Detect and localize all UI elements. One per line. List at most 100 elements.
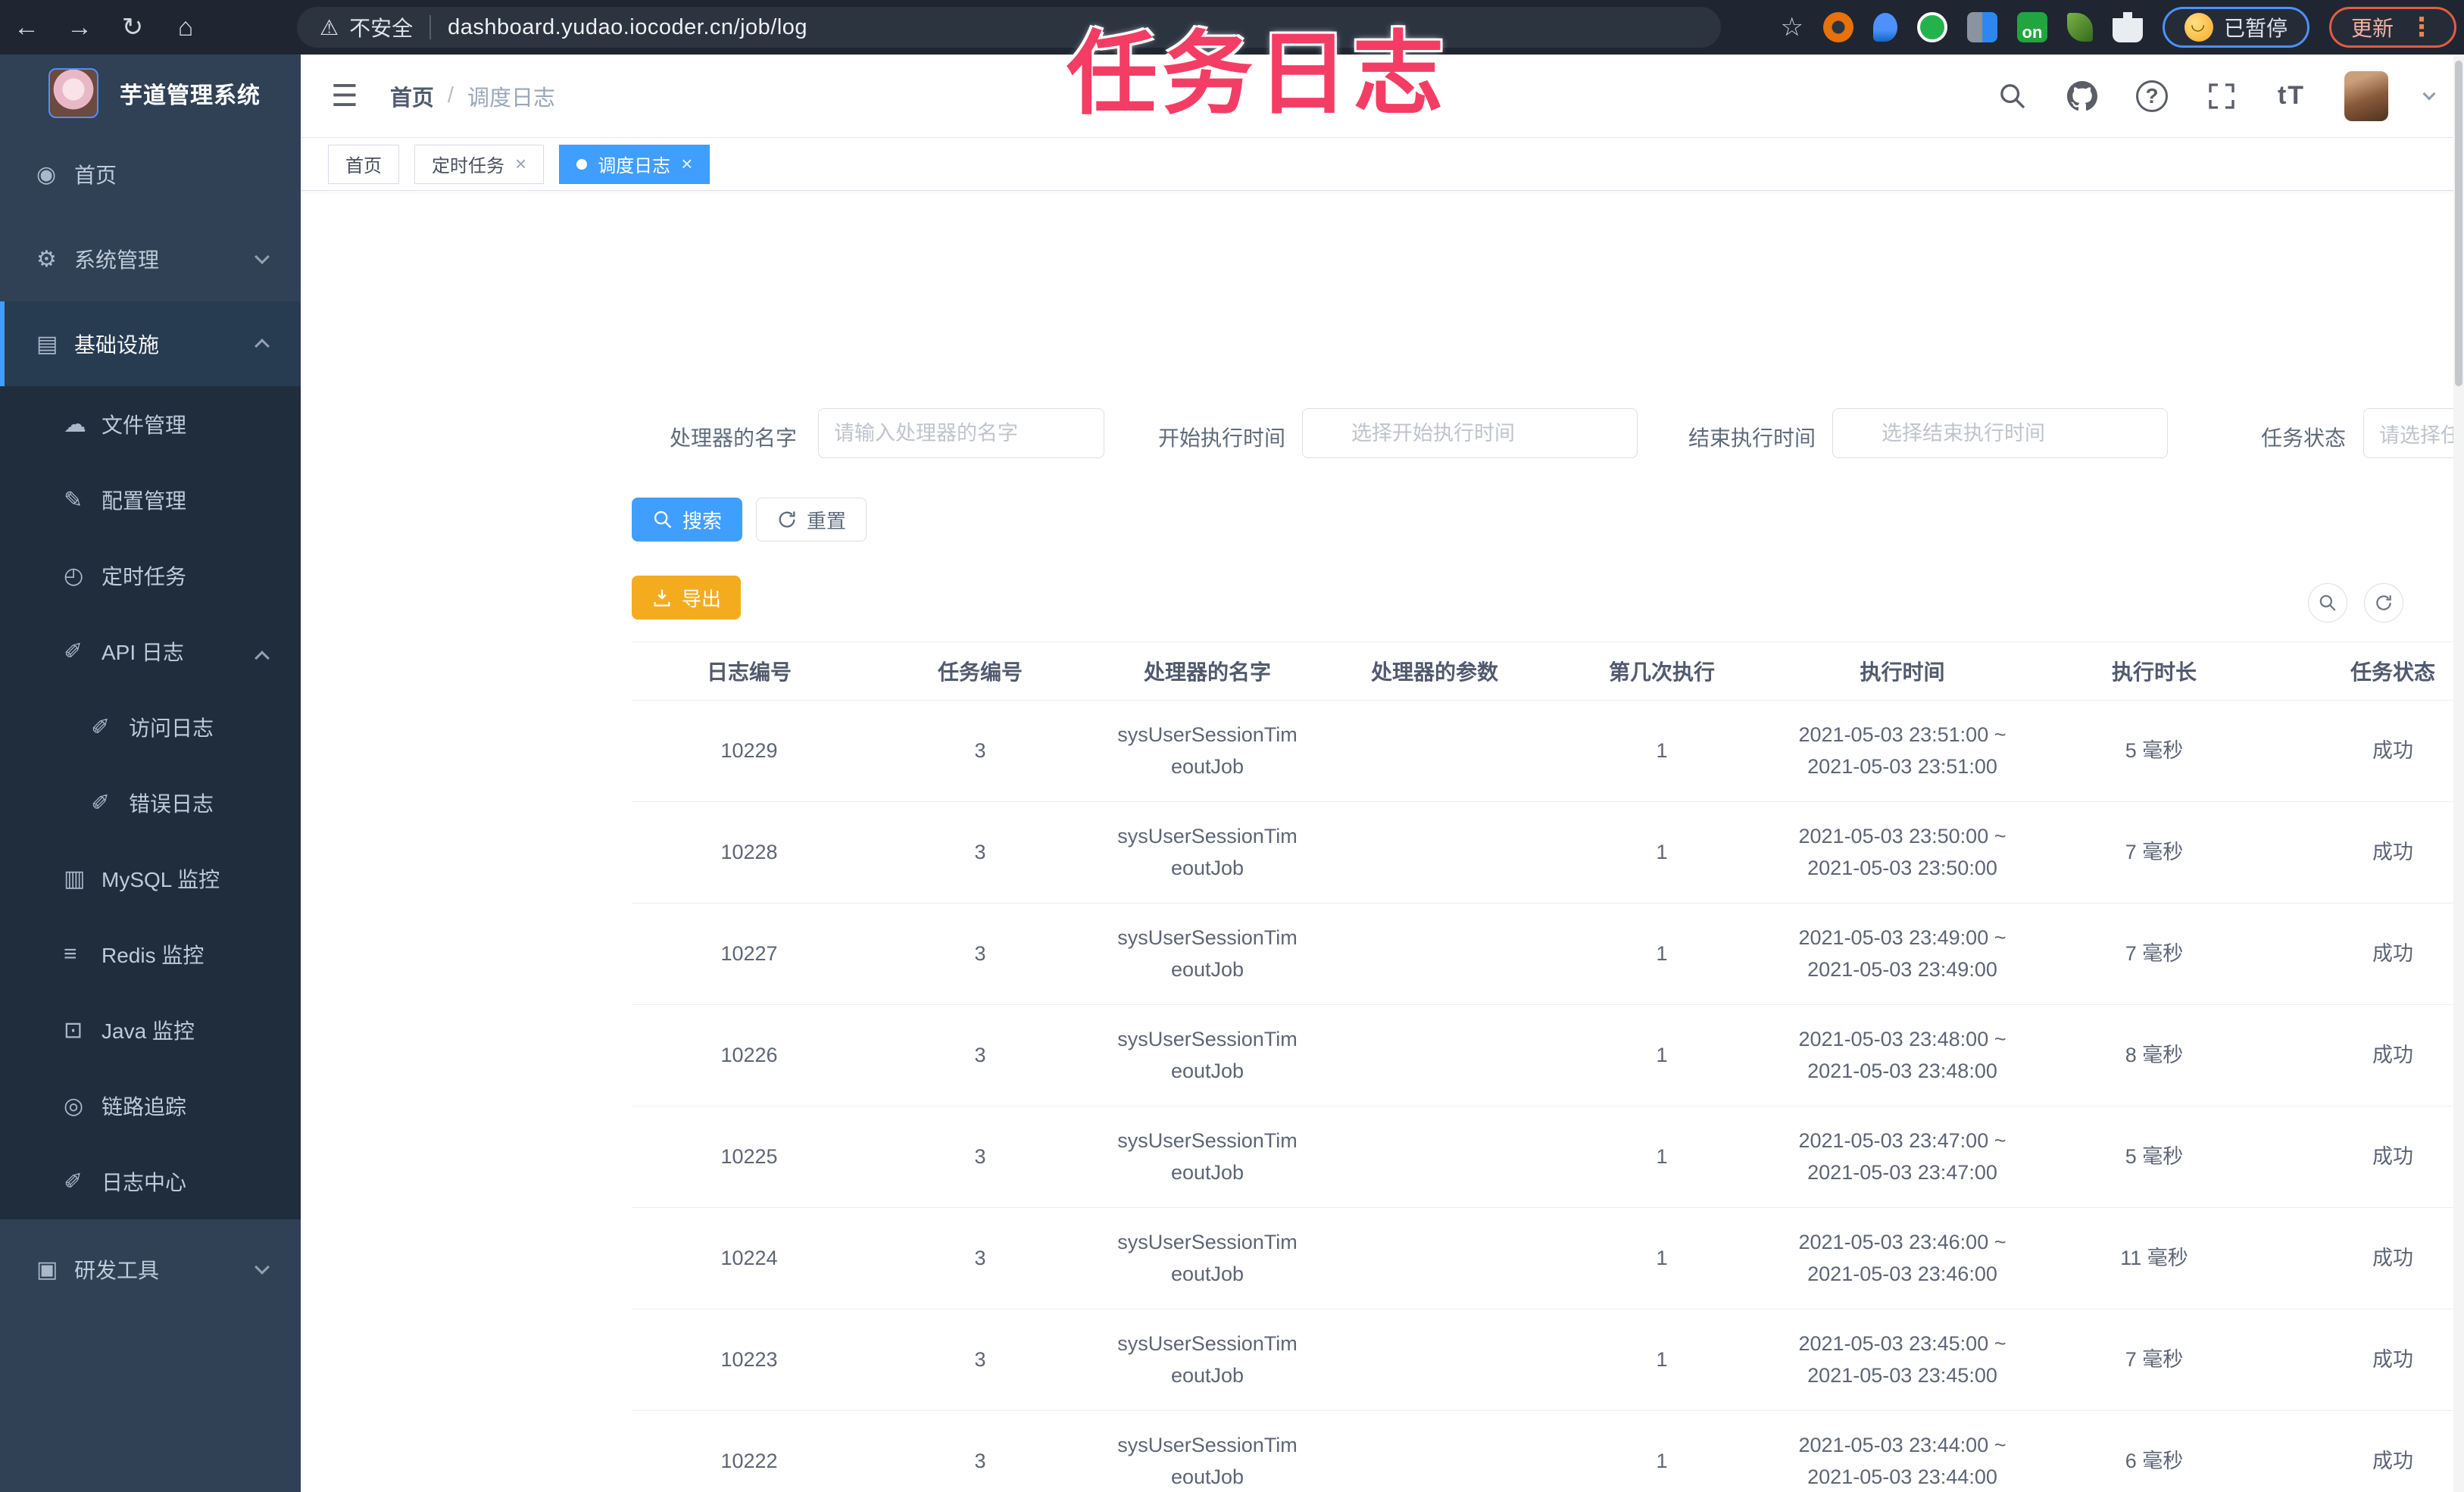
address-bar[interactable]: ⚠ 不安全 dashboard.yudao.iocoder.cn/job/log <box>297 7 1721 48</box>
cell-duration: 5 毫秒 <box>2125 738 2184 762</box>
sidebar-item-api-logs[interactable]: ✐ API 日志 <box>0 613 301 689</box>
sidebar-item-config-management[interactable]: ✎ 配置管理 <box>0 462 301 538</box>
sidebar-item-mysql-monitor[interactable]: ▥ MySQL 监控 <box>0 841 301 916</box>
cell-handler-name: sysUserSessionTim eoutJob <box>1117 1433 1298 1488</box>
overlay-page-title: 任务日志 <box>1066 23 1448 125</box>
window-scrollbar[interactable] <box>2453 55 2464 1492</box>
github-icon[interactable] <box>2066 80 2099 113</box>
app-logo-row[interactable]: 芋道管理系统 <box>0 55 301 132</box>
refresh-table-button[interactable] <box>2364 583 2403 623</box>
cell-duration: 6 毫秒 <box>2125 1449 2184 1472</box>
sidebar-item-home[interactable]: ◉ 首页 <box>0 132 301 217</box>
breadcrumb-home[interactable]: 首页 <box>390 80 434 112</box>
log-icon: ✐ <box>91 790 111 816</box>
col-status: 任务状态 <box>2350 660 2435 684</box>
sidebar-item-dev-tools[interactable]: ▣ 研发工具 <box>0 1227 301 1312</box>
cell-handler-name: sysUserSessionTim eoutJob <box>1117 1331 1298 1387</box>
fullscreen-icon[interactable] <box>2205 80 2238 113</box>
table-row: 10226 3 sysUserSessionTim eoutJob 1 2021-… <box>632 1005 2464 1107</box>
breadcrumb-current: 调度日志 <box>467 86 555 111</box>
topbar-icons: ? tT <box>1996 70 2436 121</box>
handler-name-input[interactable] <box>818 408 1104 458</box>
font-size-icon[interactable]: tT <box>2275 80 2308 113</box>
screen: ← → ↻ ⌂ ⚠ 不安全 dashboard.yudao.iocoder.cn… <box>0 0 2464 1492</box>
task-status-select[interactable]: 请选择任务状态 <box>2363 408 2464 458</box>
sidebar-item-label: 文件管理 <box>101 414 187 437</box>
avatar-caret-icon[interactable] <box>2422 87 2436 100</box>
update-label: 更新 <box>2350 17 2394 40</box>
back-icon[interactable]: ← <box>0 13 53 42</box>
not-secure-label: 不安全 <box>349 17 414 40</box>
cell-exec-time: 2021-05-03 23:48:00 ~2021-05-03 23:48:00 <box>1798 1027 2006 1082</box>
extension-drop-icon[interactable] <box>1872 13 1897 42</box>
toggle-search-button[interactable] <box>2308 583 2347 623</box>
tab-scheduled-tasks[interactable]: 定时任务 × <box>414 144 545 184</box>
browser-update-button[interactable]: 更新 ⋮ <box>2328 7 2456 48</box>
question-glyph: ? <box>2136 80 2168 112</box>
tab-label: 调度日志 <box>598 156 671 176</box>
reset-button[interactable]: 重置 <box>756 498 867 542</box>
cell-job-id: 3 <box>974 941 986 965</box>
end-time-input[interactable] <box>1832 408 2168 458</box>
tab-schedule-log[interactable]: 调度日志 × <box>559 144 710 184</box>
search-icon <box>654 510 672 529</box>
extension-leaf-icon[interactable] <box>2066 13 2093 42</box>
cell-log-id: 10229 <box>720 738 778 762</box>
tab-home[interactable]: 首页 <box>328 144 399 184</box>
forward-icon[interactable]: → <box>53 13 106 42</box>
hamburger-icon[interactable]: ☰ <box>331 79 358 114</box>
start-time-input[interactable] <box>1302 408 1638 458</box>
handler-name-label: 处理器的名字 <box>669 426 797 450</box>
extension-green-icon[interactable] <box>1916 12 1947 42</box>
cell-job-id: 3 <box>974 1043 986 1066</box>
sidebar-item-infrastructure[interactable]: ▤ 基础设施 <box>0 301 301 386</box>
terminal-icon: ⊡ <box>64 1017 83 1043</box>
scrollbar-thumb[interactable] <box>2455 61 2462 386</box>
home-icon[interactable]: ⌂ <box>159 13 212 42</box>
close-icon[interactable]: × <box>515 152 526 176</box>
reload-icon[interactable]: ↻ <box>106 12 159 42</box>
sidebar-item-error-logs[interactable]: ✐ 错误日志 <box>0 765 301 841</box>
search-button[interactable]: 搜索 <box>632 498 742 542</box>
browser-menu-kebab-icon[interactable]: ⋮ <box>2409 12 2434 42</box>
close-icon[interactable]: × <box>681 152 692 176</box>
cell-job-id: 3 <box>974 840 986 863</box>
cell-exec-index: 1 <box>1656 1449 1668 1472</box>
cell-status: 成功 <box>2372 1144 2413 1168</box>
cell-log-id: 10225 <box>720 1144 778 1168</box>
sidebar-item-label: Redis 监控 <box>101 944 205 967</box>
active-dot-icon <box>576 158 588 170</box>
sidebar-item-file-management[interactable]: ☁ 文件管理 <box>0 386 301 462</box>
chevron-down-icon <box>255 1259 270 1275</box>
cell-status: 成功 <box>2372 738 2413 762</box>
sidebar-item-system-management[interactable]: ⚙ 系统管理 <box>0 217 301 301</box>
user-avatar[interactable] <box>2344 70 2388 121</box>
download-icon <box>654 589 670 607</box>
profile-paused-badge[interactable]: 已暂停 <box>2162 7 2309 48</box>
export-button[interactable]: 导出 <box>632 576 741 620</box>
cell-duration: 11 毫秒 <box>2120 1246 2188 1269</box>
extension-grid-icon[interactable] <box>1966 12 1997 42</box>
sidebar-item-redis-monitor[interactable]: ≡ Redis 监控 <box>0 916 301 992</box>
cell-exec-time: 2021-05-03 23:46:00 ~2021-05-03 23:46:00 <box>1798 1230 2006 1285</box>
table-row: 10228 3 sysUserSessionTim eoutJob 1 2021-… <box>632 802 2464 904</box>
extensions-puzzle-icon[interactable] <box>2112 12 2143 42</box>
extension-orange-icon[interactable] <box>1822 12 1853 42</box>
cell-status: 成功 <box>2372 1043 2413 1066</box>
cell-log-id: 10228 <box>720 840 778 863</box>
bookmark-star-icon[interactable]: ☆ <box>1780 12 1803 42</box>
sidebar-item-log-center[interactable]: ✐ 日志中心 <box>0 1144 301 1219</box>
sidebar-item-label: API 日志 <box>101 641 184 664</box>
cell-exec-time: 2021-05-03 23:45:00 ~2021-05-03 23:45:00 <box>1798 1331 2006 1387</box>
sidebar-item-trace[interactable]: ◎ 链路追踪 <box>0 1068 301 1144</box>
help-icon[interactable]: ? <box>2135 80 2169 113</box>
sidebar-item-access-logs[interactable]: ✐ 访问日志 <box>0 689 301 765</box>
sidebar-item-scheduled-tasks[interactable]: ◴ 定时任务 <box>0 538 301 613</box>
cell-job-id: 3 <box>974 1246 986 1269</box>
log-icon: ✐ <box>64 638 83 664</box>
url-divider <box>429 15 432 39</box>
search-icon[interactable] <box>1996 80 2029 113</box>
end-time-label: 结束执行时间 <box>1688 426 1816 450</box>
sidebar-item-java-monitor[interactable]: ⊡ Java 监控 <box>0 992 301 1068</box>
extension-on-icon[interactable]: on <box>2016 12 2047 42</box>
